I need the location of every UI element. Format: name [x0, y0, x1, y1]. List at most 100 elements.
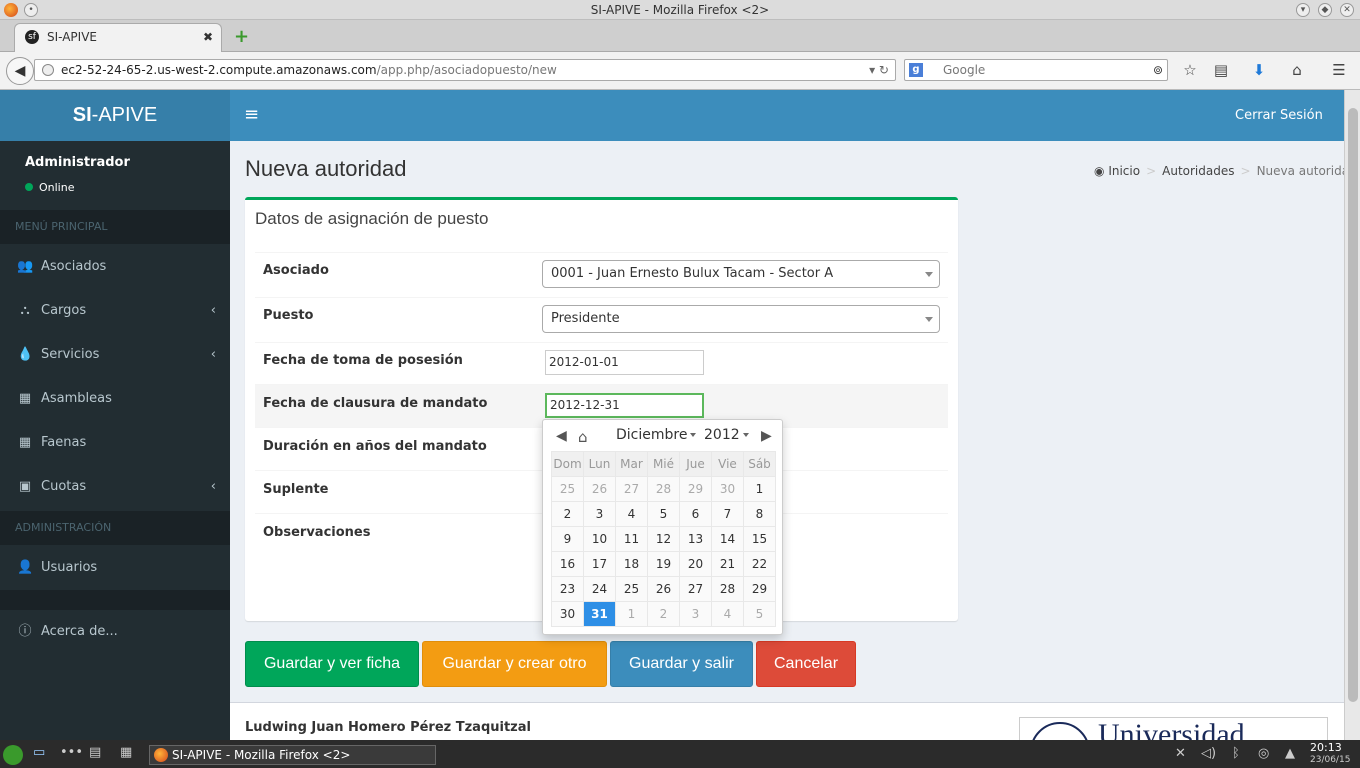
calendar-day[interactable]: 25 — [551, 476, 584, 502]
start-menu-icon[interactable] — [3, 745, 23, 765]
calendar-day[interactable]: 18 — [615, 551, 648, 577]
calendar-day[interactable]: 26 — [583, 476, 616, 502]
calendar-day[interactable]: 11 — [615, 526, 648, 552]
calendar-day[interactable]: 27 — [615, 476, 648, 502]
calendar-day[interactable]: 30 — [551, 601, 584, 627]
sidebar-item-asambleas[interactable]: ▦ Asambleas — [0, 377, 230, 421]
next-month-icon[interactable]: ▶ — [761, 428, 772, 444]
workspaces-icon[interactable]: ▤ — [89, 745, 101, 760]
calendar-day[interactable]: 3 — [583, 501, 616, 527]
calendar-day[interactable]: 12 — [647, 526, 680, 552]
cancel-button[interactable]: Cancelar — [756, 641, 856, 687]
calendar-day[interactable]: 6 — [679, 501, 712, 527]
calendar-day[interactable]: 9 — [551, 526, 584, 552]
tab-close-icon[interactable]: ✖ — [203, 24, 213, 50]
page-scrollbar[interactable] — [1344, 90, 1360, 740]
calendar-day[interactable]: 27 — [679, 576, 712, 602]
calendar-day[interactable]: 2 — [551, 501, 584, 527]
sidebar-item-cargos[interactable]: ⛬ Cargos ‹ — [0, 289, 230, 333]
calendar-day[interactable]: 25 — [615, 576, 648, 602]
close-window-button[interactable]: ✕ — [1340, 3, 1354, 17]
menu-icon[interactable]: ☰ — [1329, 60, 1349, 80]
window-menu-button[interactable]: • — [24, 3, 38, 17]
search-bar[interactable]: g Google ⊚ — [904, 59, 1168, 81]
calendar-day[interactable]: 26 — [647, 576, 680, 602]
back-button[interactable]: ◀ — [6, 57, 34, 85]
calendar-day[interactable]: 30 — [711, 476, 744, 502]
sidebar-item-usuarios[interactable]: 👤 Usuarios — [0, 546, 230, 590]
volume-icon[interactable]: ◁) — [1201, 746, 1216, 761]
logout-link[interactable]: Cerrar Sesión — [1235, 108, 1323, 123]
sidebar-item-servicios[interactable]: 💧 Servicios ‹ — [0, 333, 230, 377]
url-bar[interactable]: ec2-52-24-65-2.us-west-2.compute.amazona… — [34, 59, 896, 81]
save-exit-button[interactable]: Guardar y salir — [610, 641, 753, 687]
desktop-icon[interactable]: ▭ — [33, 745, 45, 760]
year-select[interactable]: 2012 — [704, 427, 749, 443]
calendar-day[interactable]: 29 — [743, 576, 776, 602]
sync-icon[interactable]: ◎ — [1258, 746, 1269, 761]
calendar-day[interactable]: 20 — [679, 551, 712, 577]
calendar-day[interactable]: 23 — [551, 576, 584, 602]
breadcrumb-home[interactable]: Inicio — [1108, 164, 1140, 178]
save-new-button[interactable]: Guardar y crear otro — [422, 641, 607, 687]
reading-list-icon[interactable]: ▤ — [1211, 60, 1231, 80]
sidebar-toggle-icon[interactable]: ≡ — [244, 104, 259, 125]
calendar-day[interactable]: 1 — [743, 476, 776, 502]
calendar-day[interactable]: 7 — [711, 501, 744, 527]
binoculars-icon[interactable]: ⊚ — [1153, 60, 1163, 80]
calendar-day[interactable]: 4 — [711, 601, 744, 627]
calendar-day[interactable]: 28 — [647, 476, 680, 502]
month-select[interactable]: Diciembre — [616, 427, 697, 443]
breadcrumb-parent[interactable]: Autoridades — [1162, 164, 1234, 178]
calendar-day[interactable]: 21 — [711, 551, 744, 577]
calendar-day[interactable]: 4 — [615, 501, 648, 527]
new-tab-button[interactable]: + — [234, 26, 249, 47]
browser-tab[interactable]: sf SI-APIVE ✖ — [14, 23, 222, 52]
calendar-day[interactable]: 2 — [647, 601, 680, 627]
taskbar-item-firefox[interactable]: SI-APIVE - Mozilla Firefox <2> — [149, 745, 436, 765]
fecha-toma-input[interactable]: 2012-01-01 — [545, 350, 704, 375]
calendar-day[interactable]: 17 — [583, 551, 616, 577]
calendar-day[interactable]: 3 — [679, 601, 712, 627]
fecha-clausura-input[interactable]: 2012-12-31 — [545, 393, 704, 418]
calendar-day[interactable]: 8 — [743, 501, 776, 527]
reload-icon[interactable]: ▾ ↻ — [869, 60, 889, 80]
calendar-day[interactable]: 10 — [583, 526, 616, 552]
calendar-day[interactable]: 24 — [583, 576, 616, 602]
bookmark-star-icon[interactable]: ☆ — [1180, 60, 1200, 80]
calendar-day[interactable]: 13 — [679, 526, 712, 552]
minimize-button[interactable]: ▾ — [1296, 3, 1310, 17]
puesto-select[interactable]: Presidente — [542, 305, 940, 333]
asociado-select[interactable]: 0001 - Juan Ernesto Bulux Tacam - Sector… — [542, 260, 940, 288]
more-apps-icon[interactable]: ••• — [60, 745, 83, 760]
bluetooth-icon[interactable]: ᛒ — [1232, 746, 1240, 761]
sidebar-item-cuotas[interactable]: ▣ Cuotas ‹ — [0, 465, 230, 509]
sidebar-item-faenas[interactable]: ▦ Faenas — [0, 421, 230, 465]
sidebar-item-acerca[interactable]: ⓘ Acerca de... — [0, 610, 230, 654]
sidebar-item-asociados[interactable]: 👥 Asociados — [0, 245, 230, 289]
calendar-day[interactable]: 31 — [583, 601, 616, 627]
network-off-icon[interactable]: ✕ — [1175, 746, 1186, 761]
tray-expand-icon[interactable]: ▲ — [1285, 746, 1295, 761]
calendar-day[interactable]: 15 — [743, 526, 776, 552]
calendar-day[interactable]: 28 — [711, 576, 744, 602]
calendar-day[interactable]: 5 — [647, 501, 680, 527]
home-icon[interactable]: ⌂ — [1287, 60, 1307, 80]
calendar-day[interactable]: 22 — [743, 551, 776, 577]
calendar-day[interactable]: 29 — [679, 476, 712, 502]
maximize-button[interactable]: ◆ — [1318, 3, 1332, 17]
scrollbar-thumb[interactable] — [1348, 108, 1358, 702]
notes-icon[interactable]: ▦ — [120, 745, 132, 760]
download-icon[interactable]: ⬇ — [1249, 60, 1269, 80]
calendar-day[interactable]: 5 — [743, 601, 776, 627]
save-view-button[interactable]: Guardar y ver ficha — [245, 641, 419, 687]
observaciones-label: Observaciones — [263, 525, 371, 540]
app-logo[interactable]: SI-APIVE — [0, 90, 230, 141]
prev-month-icon[interactable]: ◀ — [556, 428, 567, 444]
calendar-day[interactable]: 16 — [551, 551, 584, 577]
asociado-label: Asociado — [263, 263, 329, 278]
today-home-icon[interactable]: ⌂ — [578, 428, 588, 446]
calendar-day[interactable]: 14 — [711, 526, 744, 552]
calendar-day[interactable]: 19 — [647, 551, 680, 577]
calendar-day[interactable]: 1 — [615, 601, 648, 627]
